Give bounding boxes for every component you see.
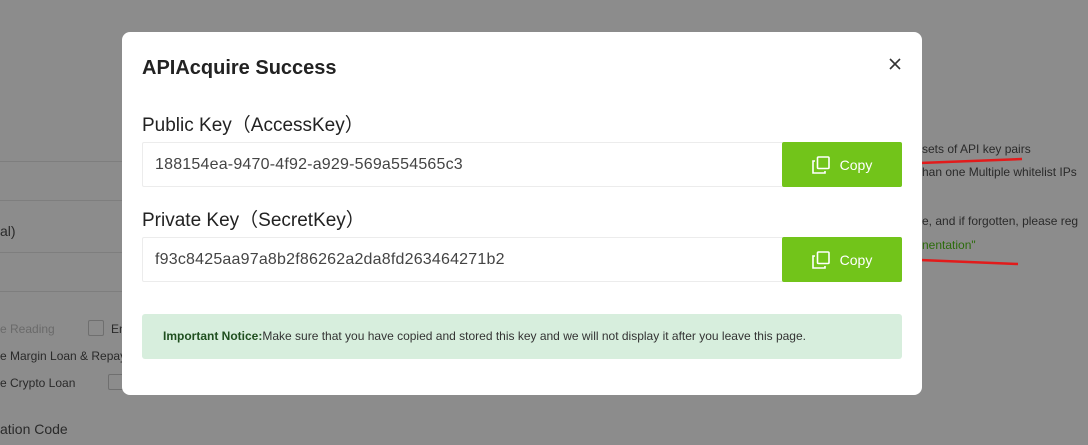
notice-text: Make sure that you have copied and store… bbox=[262, 329, 806, 343]
modal-title: APIAcquire Success bbox=[142, 57, 337, 79]
important-notice: Important Notice:Make sure that you have… bbox=[142, 314, 902, 359]
copy-icon bbox=[811, 250, 830, 269]
private-key-row: f93c8425aa97a8b2f86262a2da8fd263464271b2… bbox=[142, 237, 902, 282]
public-key-row: 188154ea-9470-4f92-a929-569a554565c3 Cop… bbox=[142, 142, 902, 187]
notice-title: Important Notice: bbox=[163, 329, 263, 343]
copy-button-label: Copy bbox=[839, 156, 873, 173]
close-icon bbox=[889, 58, 901, 70]
public-key-value[interactable]: 188154ea-9470-4f92-a929-569a554565c3 bbox=[155, 143, 463, 186]
private-key-value[interactable]: f93c8425aa97a8b2f86262a2da8fd263464271b2 bbox=[155, 238, 505, 281]
public-key-label: Public Key（AccessKey） bbox=[142, 115, 364, 136]
close-button[interactable] bbox=[884, 53, 906, 75]
api-success-modal: APIAcquire Success Public Key（AccessKey）… bbox=[122, 32, 922, 395]
annotation-arrow-public bbox=[907, 157, 1023, 169]
private-key-label: Private Key（SecretKey） bbox=[142, 210, 365, 231]
copy-icon bbox=[811, 155, 830, 174]
copy-button-label: Copy bbox=[839, 251, 873, 268]
copy-private-key-button[interactable]: Copy bbox=[782, 237, 902, 282]
copy-public-key-button[interactable]: Copy bbox=[782, 142, 902, 187]
annotation-arrow-private bbox=[907, 254, 1019, 266]
